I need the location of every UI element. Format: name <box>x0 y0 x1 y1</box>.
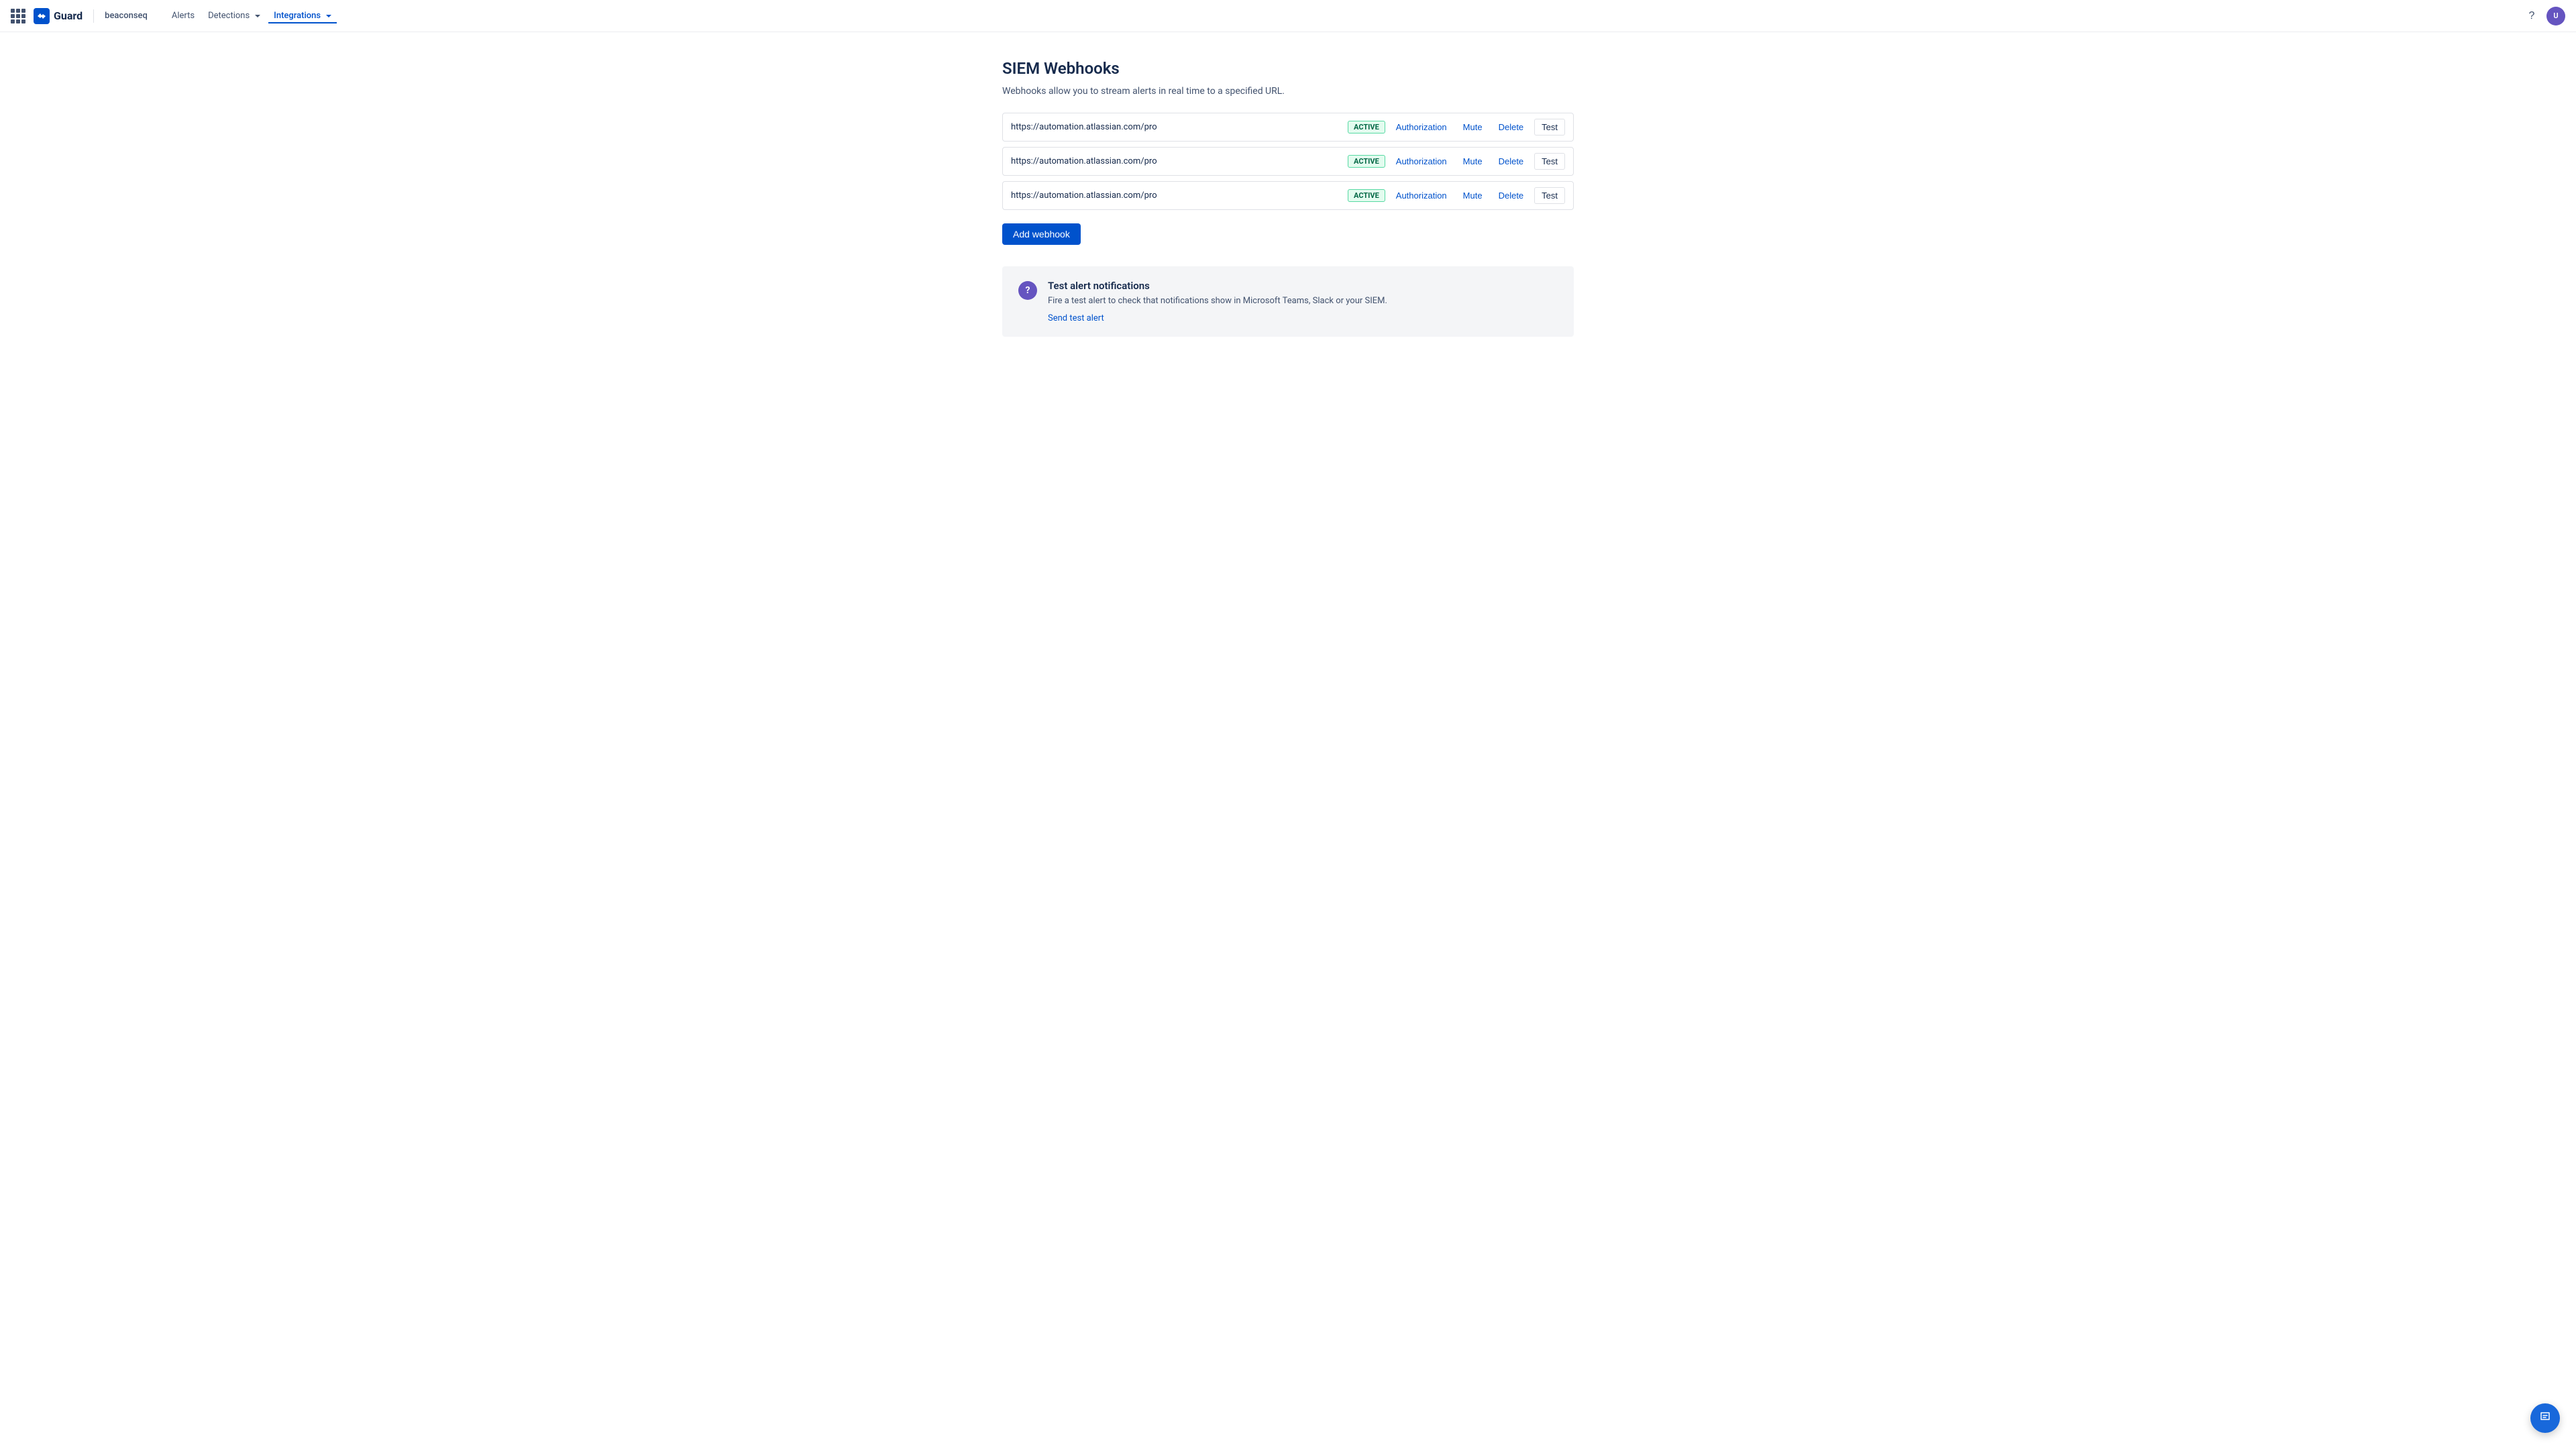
nav-link-integrations[interactable]: Integrations <box>268 8 337 23</box>
nav-link-alerts[interactable]: Alerts <box>166 8 200 23</box>
webhook-delete-button-2[interactable]: Delete <box>1493 154 1529 169</box>
webhook-test-button-1[interactable]: Test <box>1534 119 1565 136</box>
help-icon: ? <box>2529 10 2535 22</box>
webhook-row: https://automation.atlassian.com/pro ACT… <box>1002 181 1574 210</box>
webhook-test-button-2[interactable]: Test <box>1534 153 1565 170</box>
nav-link-detections[interactable]: Detections <box>203 8 266 23</box>
webhook-auth-button-3[interactable]: Authorization <box>1391 188 1452 203</box>
webhook-mute-button-3[interactable]: Mute <box>1458 188 1488 203</box>
brand-name: Guard <box>54 9 83 22</box>
webhook-delete-button-1[interactable]: Delete <box>1493 119 1529 135</box>
avatar-initials: U <box>2553 11 2558 20</box>
webhook-row: https://automation.atlassian.com/pro ACT… <box>1002 147 1574 176</box>
nav-separator <box>93 9 94 23</box>
webhook-delete-button-3[interactable]: Delete <box>1493 188 1529 203</box>
chat-button[interactable] <box>2530 1403 2560 1433</box>
brand-icon <box>34 8 50 24</box>
info-card-description: Fire a test alert to check that notifica… <box>1048 296 1387 306</box>
webhook-auth-button-1[interactable]: Authorization <box>1391 119 1452 135</box>
apps-menu-icon[interactable] <box>11 9 25 23</box>
detections-chevron-icon <box>255 15 260 17</box>
webhook-test-button-3[interactable]: Test <box>1534 187 1565 204</box>
webhook-url-3: https://automation.atlassian.com/pro <box>1011 191 1342 201</box>
webhook-status-3: ACTIVE <box>1348 189 1385 202</box>
webhook-url-2: https://automation.atlassian.com/pro <box>1011 156 1342 166</box>
nav-links: Alerts Detections Integrations <box>166 8 337 23</box>
info-card-content: Test alert notifications Fire a test ale… <box>1048 280 1387 323</box>
page-description: Webhooks allow you to stream alerts in r… <box>1002 86 1574 97</box>
page-title: SIEM Webhooks <box>1002 59 1574 78</box>
navbar-left: Guard beaconseq Alerts Detections Integr… <box>11 8 337 24</box>
webhook-url-1: https://automation.atlassian.com/pro <box>1011 122 1342 132</box>
info-card-title: Test alert notifications <box>1048 280 1387 292</box>
info-card: ? Test alert notifications Fire a test a… <box>1002 266 1574 337</box>
navbar-right: ? U <box>2522 7 2565 25</box>
webhook-list: https://automation.atlassian.com/pro ACT… <box>1002 113 1574 210</box>
add-webhook-button[interactable]: Add webhook <box>1002 223 1081 245</box>
nav-tenant[interactable]: beaconseq <box>105 11 148 21</box>
webhook-row: https://automation.atlassian.com/pro ACT… <box>1002 113 1574 142</box>
webhook-status-2: ACTIVE <box>1348 155 1385 168</box>
webhook-mute-button-1[interactable]: Mute <box>1458 119 1488 135</box>
avatar[interactable]: U <box>2546 7 2565 25</box>
send-test-alert-link[interactable]: Send test alert <box>1048 313 1104 323</box>
main-content: SIEM Webhooks Webhooks allow you to stre… <box>986 32 1590 364</box>
navbar: Guard beaconseq Alerts Detections Integr… <box>0 0 2576 32</box>
help-button[interactable]: ? <box>2522 7 2541 25</box>
brand-logo[interactable]: Guard <box>34 8 83 24</box>
webhook-mute-button-2[interactable]: Mute <box>1458 154 1488 169</box>
chat-icon <box>2538 1410 2552 1427</box>
info-icon: ? <box>1018 281 1037 300</box>
webhook-auth-button-2[interactable]: Authorization <box>1391 154 1452 169</box>
webhook-status-1: ACTIVE <box>1348 121 1385 133</box>
integrations-chevron-icon <box>326 15 331 17</box>
